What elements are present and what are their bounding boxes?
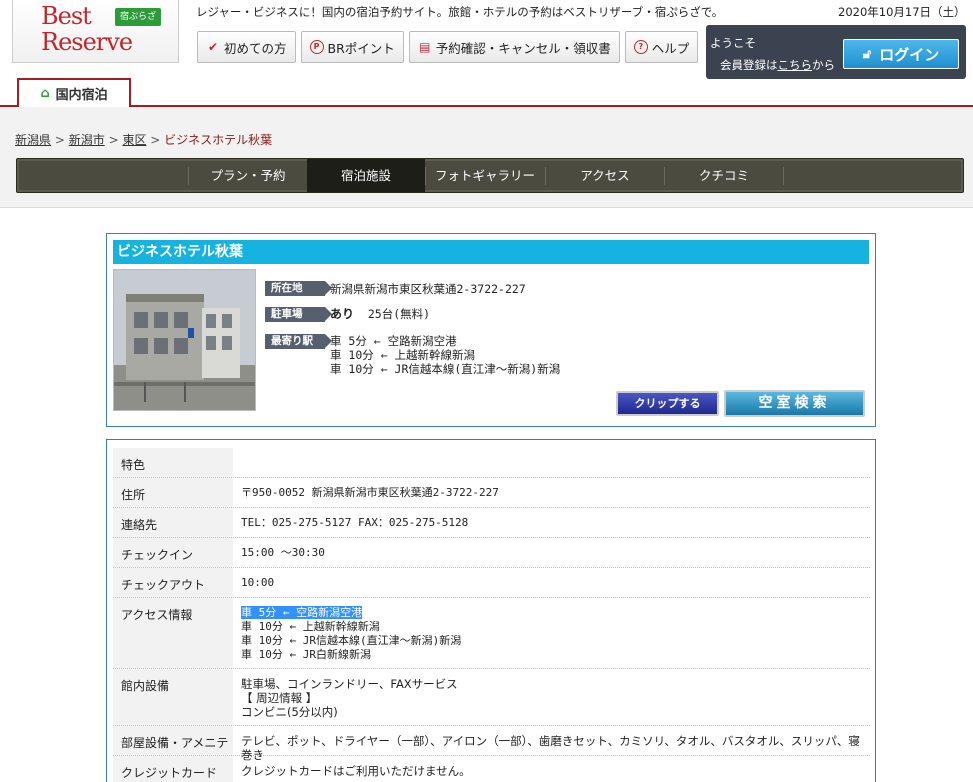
help-icon: ? [633,40,648,54]
detail-value: 〒950-0052 新潟県新潟市東区秋葉通2-3722-227 [241,486,499,499]
house-icon: ⌂ [40,86,50,101]
table-row: 連絡先 TEL：025-275-5127 FAX：025-275-5128 [113,508,870,538]
detail-key: チェックイン [113,538,233,567]
station-item: 車 10分 ← 上越新幹線新潟 [330,348,476,362]
access-line: 車 10分 ← 上越新幹線新潟 [241,620,380,633]
breadcrumb-separator: > [54,133,69,147]
subnav-divider [783,167,784,185]
help-button[interactable]: ? ヘルプ [624,31,699,63]
hotel-photo[interactable] [113,269,256,411]
station-label: 最寄り駅 [265,334,332,349]
station-list: 車 5分 ← 空路新潟空港 車 10分 ← 上越新幹線新潟 車 10分 ← JR… [330,334,560,376]
parking-label: 駐車場 [265,307,332,322]
tab-facility[interactable]: 宿泊施設 [307,159,425,192]
clip-button[interactable]: クリップする [616,391,719,416]
login-button[interactable]: 🔓︎ ログイン [843,39,959,69]
register-suffix: から [812,58,835,72]
detail-value: TEL：025-275-5127 FAX：025-275-5128 [241,516,469,529]
detail-key: アクセス情報 [113,598,233,668]
lock-icon: 🔓︎ [862,46,872,62]
access-line: 車 10分 ← JR信越本線(直江津～新潟)新潟 [241,634,462,647]
hotel-detail-table: 特色 住所 〒950-0052 新潟県新潟市東区秋葉通2-3722-227 連絡… [106,439,876,782]
register-link[interactable]: こちら [778,58,813,72]
beginner-label: 初めての方 [224,40,287,56]
table-row: 住所 〒950-0052 新潟県新潟市東区秋葉通2-3722-227 [113,478,870,508]
tab-plans[interactable]: プラン・予約 [189,159,307,192]
detail-key: 館内設備 [113,669,233,725]
beginner-button[interactable]: ✔ 初めての方 [197,31,296,63]
address-value: 新潟県新潟市東区秋葉通2-3722-227 [330,282,526,296]
login-panel: ようこそ 会員登録はこちらから 🔓︎ ログイン [706,25,966,79]
welcome-text: ようこそ [710,36,756,50]
points-icon: P [309,40,324,54]
breadcrumb-separator: > [150,133,165,147]
detail-key: クレジットカード [113,756,233,782]
facility-line: コンビニ(5分以内) [241,705,338,719]
table-row: 館内設備 駐車場、コインランドリー、FAXサービス 【 周辺情報 】 コンビニ(… [113,669,870,726]
station-item: 車 10分 ← JR信越本線(直江津～新潟)新潟 [330,362,561,376]
tab-label: 国内宿泊 [55,88,108,103]
reservation-check-label: 予約確認・キャンセル・領収書 [435,40,611,56]
vacancy-search-button[interactable]: 空室検索 [724,390,865,417]
facility-line: 駐車場、コインランドリー、FAXサービス [241,677,458,691]
document-icon: ▤ [419,40,431,54]
parking-value: あり 25台(無料) [330,307,430,321]
help-label: ヘルプ [651,40,690,56]
tab-access[interactable]: アクセス [546,159,664,192]
beginner-icon: ✔ [207,40,219,54]
breadcrumb-city[interactable]: 新潟市 [69,133,105,147]
parking-flag: あり [330,307,355,321]
address-label: 所在地 [265,281,332,296]
breadcrumb-separator: > [108,133,123,147]
breadcrumb: 新潟県 > 新潟市 > 東区 > ビジネスホテル秋葉 [15,131,272,148]
logo-best-text: Best [41,2,92,30]
login-label: ログイン [879,45,940,64]
br-points-button[interactable]: P BRポイント [300,31,404,63]
table-row: アクセス情報 車 5分 ← 空路新潟空港 車 10分 ← 上越新幹線新潟 車 1… [113,598,870,669]
br-points-label: BRポイント [327,40,395,56]
table-row: 部屋設備・アメニティ テレビ、ポット、ドライヤー（一部）、アイロン（一部）、歯磨… [113,726,870,767]
access-line: 車 10分 ← JR白新線新潟 [241,648,371,661]
detail-value: 車 5分 ← 空路新潟空港 車 10分 ← 上越新幹線新潟 車 10分 ← JR… [241,598,461,662]
detail-key: 連絡先 [113,508,233,537]
facility-line: 【 周辺情報 】 [241,691,318,705]
hotel-summary: ビジネスホテル秋葉 所在地 新潟県新潟市東区秋葉通2-3722-227 駐車場 [106,233,876,427]
site-tagline: レジャー・ビジネスに！国内の宿泊予約サイト。旅館・ホテルの予約はベストリザーブ・… [196,5,724,19]
register-prefix: 会員登録は [720,58,778,72]
table-row: チェックイン 15:00 ～30:30 [113,538,870,568]
breadcrumb-current: ビジネスホテル秋葉 [164,133,273,147]
detail-key: チェックアウト [113,568,233,597]
logo-reserve-text: Reserve [41,28,133,56]
tab-reviews[interactable]: クチコミ [665,159,783,192]
hotel-subnav: プラン・予約 宿泊施設 フォトギャラリー アクセス クチコミ [16,158,964,193]
breadcrumb-prefecture[interactable]: 新潟県 [15,133,51,147]
detail-key: 特色 [113,448,233,477]
site-logo[interactable]: Best 宿ぷらざ Reserve [12,0,179,63]
current-date: 2020年10月17日（土） [838,5,966,19]
hotel-building-image [114,270,255,410]
table-row: クレジットカード クレジットカードはご利用いただけません。 [113,756,870,782]
station-item: 車 5分 ← 空路新潟空港 [330,334,457,348]
parking-detail: 25台(無料) [367,307,431,321]
detail-key: 部屋設備・アメニティ [113,726,233,767]
access-line-highlighted: 車 5分 ← 空路新潟空港 [241,606,363,619]
table-row: 特色 [113,448,870,478]
hotel-name: ビジネスホテル秋葉 [113,240,869,264]
access-line: 車 5分 ← 空路新潟空港 [241,606,461,620]
detail-value: 15:00 ～30:30 [241,546,325,559]
table-row: チェックアウト 10:00 [113,568,870,598]
detail-value: 駐車場、コインランドリー、FAXサービス 【 周辺情報 】 コンビニ(5分以内) [241,669,458,719]
detail-value: クレジットカードはご利用いただけません。 [241,764,471,778]
detail-value: 10:00 [241,576,275,589]
register-text: 会員登録はこちらから [720,57,835,73]
detail-key: 住所 [113,478,233,507]
top-nav: ✔ 初めての方 P BRポイント ▤ 予約確認・キャンセル・領収書 ? ヘルプ [197,31,699,63]
tab-photo-gallery[interactable]: フォトギャラリー [426,159,544,192]
tab-domestic-stay[interactable]: ⌂ 国内宿泊 [17,78,131,107]
reservation-check-button[interactable]: ▤ 予約確認・キャンセル・領収書 [408,31,620,63]
breadcrumb-ward[interactable]: 東区 [122,133,146,147]
logo-badge: 宿ぷらざ [115,8,161,26]
